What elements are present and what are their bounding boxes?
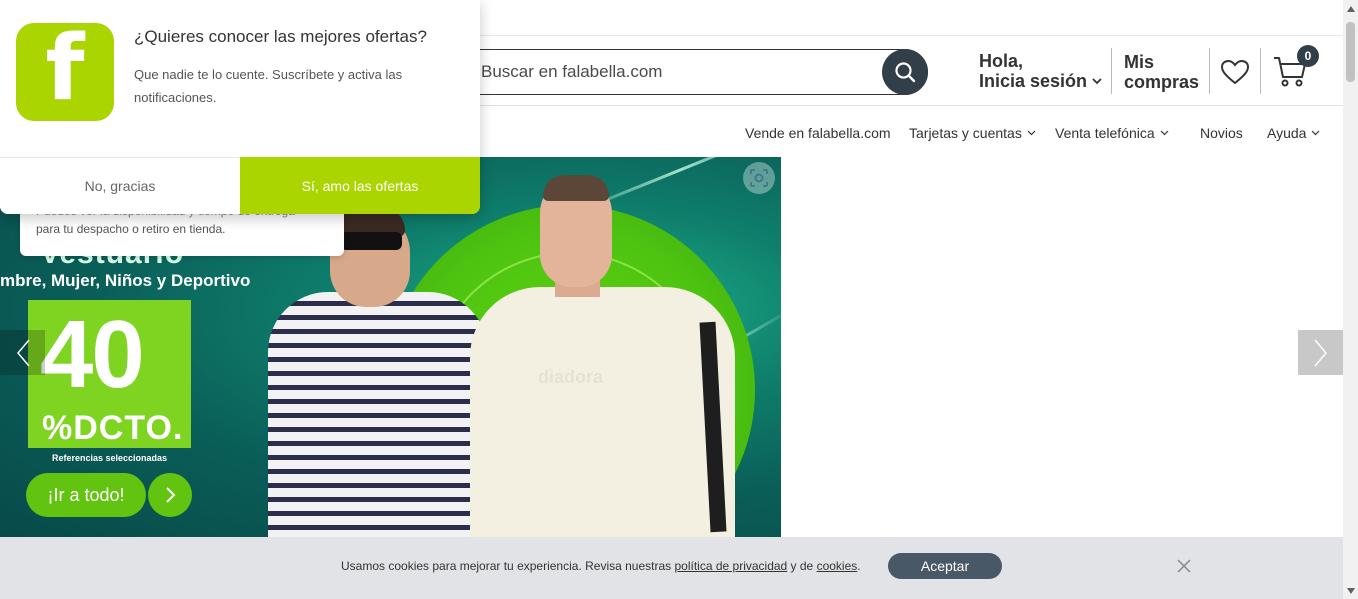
model-striped-sweater — [268, 292, 488, 537]
page: Hola, Inicia sesión Mis compras 0 Vende … — [0, 0, 1358, 599]
discount-label: %DCTO. — [42, 409, 184, 447]
nav-item-label: Venta telefónica — [1055, 125, 1155, 141]
model-cream-sweatshirt — [470, 287, 735, 537]
chevron-right-icon — [166, 487, 176, 503]
availability-line2: para tu despacho o retiro en tienda. — [36, 222, 226, 236]
visual-search-button[interactable] — [743, 162, 775, 194]
search-icon — [895, 62, 916, 83]
push-title: ¿Quieres conocer las mejores ofertas? — [134, 27, 427, 46]
nav-item-phone-sales[interactable]: Venta telefónica — [1055, 125, 1169, 141]
cookie-banner: Usamos cookies para mejorar tu experienc… — [0, 537, 1343, 599]
search-button[interactable] — [882, 49, 928, 95]
chevron-left-icon — [16, 339, 30, 366]
discount-number: 40 — [40, 301, 145, 408]
cookies-link[interactable]: cookies — [817, 559, 858, 573]
go-to-all-button[interactable]: ¡Ir a todo! — [26, 473, 146, 517]
close-icon — [1177, 559, 1191, 573]
nav-item-novios[interactable]: Novios — [1200, 125, 1243, 141]
push-notification-prompt: f ¿Quieres conocer las mejores ofertas? … — [0, 0, 480, 214]
cookie-text-after: . — [857, 559, 861, 573]
scroll-thumb[interactable] — [1346, 22, 1355, 82]
camera-scan-icon — [750, 169, 768, 187]
sunglasses — [340, 232, 402, 250]
chevron-right-icon — [1313, 339, 1327, 366]
search-input[interactable] — [481, 60, 881, 84]
cookie-close-button[interactable] — [1176, 558, 1192, 574]
divider — [1260, 48, 1261, 94]
references-note: Referencias seleccionadas — [52, 453, 168, 463]
carousel-next-button[interactable] — [1298, 330, 1343, 375]
scroll-up-button[interactable] — [1343, 0, 1358, 17]
cookie-accept-button[interactable]: Aceptar — [888, 553, 1002, 579]
my-orders-line2: compras — [1124, 72, 1200, 92]
login-greeting: Hola, — [979, 51, 1024, 71]
nav-item-sell[interactable]: Vende en falabella.com — [745, 125, 891, 141]
scroll-down-button[interactable] — [1343, 582, 1358, 599]
banner-subline: mbre, Mujer, Niños y Deportivo — [0, 271, 251, 290]
my-orders-line1: Mis — [1124, 52, 1155, 72]
scroll-down-arrow-icon — [1346, 587, 1355, 594]
chevron-down-icon — [1092, 78, 1102, 85]
privacy-policy-link[interactable]: política de privacidad — [674, 559, 787, 573]
push-body: Que nadie te lo cuente. Suscríbete y act… — [134, 67, 403, 105]
wishlist-button[interactable] — [1219, 58, 1251, 86]
falabella-logo: f — [16, 23, 114, 121]
accept-offers-button[interactable]: Sí, amo las ofertas — [240, 157, 480, 214]
scroll-up-arrow-icon — [1346, 5, 1355, 12]
model-hair — [543, 175, 609, 201]
cookie-text-before: Usamos cookies para mejorar tu experienc… — [341, 559, 675, 573]
nav-item-label: Novios — [1200, 125, 1243, 141]
cookie-message: Usamos cookies para mejorar tu experienc… — [341, 559, 861, 573]
logo-letter: f — [45, 16, 85, 121]
divider — [1209, 48, 1210, 94]
carousel-prev-button[interactable] — [0, 330, 45, 375]
cookie-text-middle: y de — [787, 559, 817, 573]
go-to-all-arrow-button[interactable] — [148, 473, 192, 517]
nav-item-label: Vende en falabella.com — [745, 125, 891, 141]
decline-button[interactable]: No, gracias — [0, 157, 240, 214]
nav-item-label: Tarjetas y cuentas — [909, 125, 1022, 141]
nav-item-cards[interactable]: Tarjetas y cuentas — [909, 125, 1036, 141]
nav-item-label: Ayuda — [1267, 125, 1307, 141]
heart-icon — [1220, 59, 1250, 85]
login-label: Inicia sesión — [979, 71, 1088, 91]
vertical-scrollbar[interactable] — [1343, 0, 1358, 599]
chevron-down-icon — [1160, 130, 1169, 136]
shirt-brand-text: diadora — [538, 367, 604, 387]
chevron-down-icon — [1027, 130, 1036, 136]
login-menu[interactable]: Hola, Inicia sesión — [979, 51, 1103, 91]
nav-item-help[interactable]: Ayuda — [1267, 125, 1320, 141]
cart-count-badge: 0 — [1297, 45, 1319, 67]
divider — [1111, 48, 1112, 94]
search-bar — [440, 49, 928, 95]
chevron-down-icon — [1312, 130, 1320, 136]
my-orders-link[interactable]: Mis compras — [1124, 52, 1199, 92]
